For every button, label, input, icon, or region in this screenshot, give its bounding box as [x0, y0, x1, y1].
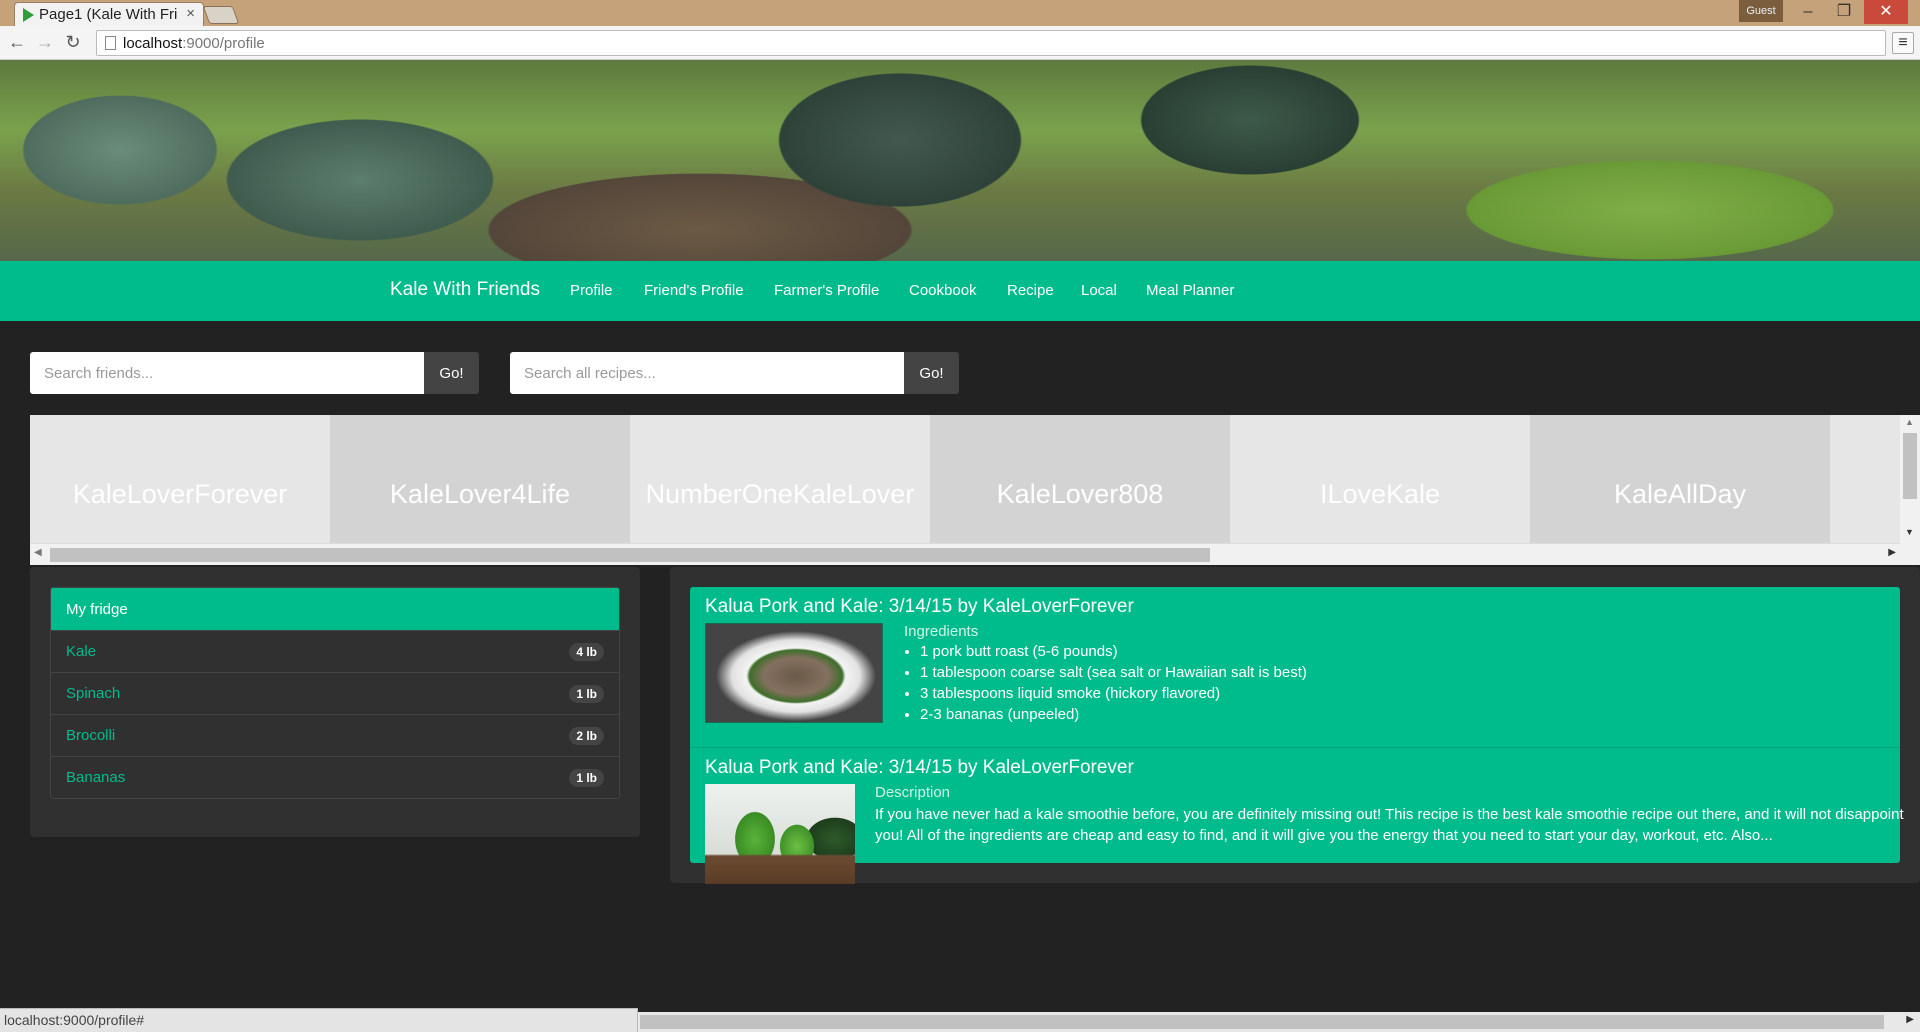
- scrollbar-thumb[interactable]: [50, 548, 1210, 562]
- ingredient-item: 1 pork butt roast (5-6 pounds): [920, 643, 1307, 664]
- friend-tile[interactable]: KaleLover4Life: [330, 415, 630, 543]
- browser-toolbar: ← → ↻ localhost:9000/profile ≡: [0, 26, 1920, 60]
- friends-vertical-scrollbar[interactable]: ▲ ▼: [1900, 415, 1920, 565]
- page-icon: [105, 36, 116, 50]
- friend-tile[interactable]: NumberOneKaleLover: [630, 415, 930, 543]
- scroll-down-icon[interactable]: ▼: [1905, 527, 1914, 537]
- friend-tile-partial[interactable]: [1830, 415, 1900, 543]
- status-url: localhost:9000/profile#: [0, 1008, 638, 1032]
- nav-local[interactable]: Local: [1081, 282, 1117, 299]
- description-label: Description: [875, 784, 951, 801]
- nav-meal-planner[interactable]: Meal Planner: [1146, 282, 1234, 299]
- browser-tab[interactable]: Page1 (Kale With Fri ×: [14, 2, 204, 26]
- recipe-image[interactable]: [705, 784, 855, 884]
- nav-friends-profile[interactable]: Friend's Profile: [644, 282, 744, 299]
- list-item[interactable]: Brocolli 2 lb: [51, 714, 619, 756]
- quantity-badge: 2 lb: [569, 727, 604, 745]
- nav-recipe[interactable]: Recipe: [1007, 282, 1054, 299]
- recipes-search-go-button[interactable]: Go!: [904, 352, 959, 394]
- recipes-panel: Kalua Pork and Kale: 3/14/15 by KaleLove…: [670, 567, 1920, 884]
- list-item[interactable]: Kale 4 lb: [51, 630, 619, 672]
- main-navbar: Kale With Friends Profile Friend's Profi…: [0, 261, 1920, 321]
- nav-farmers-profile[interactable]: Farmer's Profile: [774, 282, 879, 299]
- play-icon: [23, 8, 34, 22]
- fridge-item-name[interactable]: Spinach: [66, 685, 120, 702]
- nav-profile[interactable]: Profile: [570, 282, 613, 299]
- fridge-item-name[interactable]: Bananas: [66, 769, 125, 786]
- recipe-image[interactable]: [705, 623, 883, 723]
- scrollbar-thumb[interactable]: [640, 1015, 1884, 1029]
- restore-icon[interactable]: ❐: [1826, 0, 1862, 24]
- friends-carousel: KaleLoverForever KaleLover4Life NumberOn…: [30, 415, 1900, 565]
- recipe-title[interactable]: Kalua Pork and Kale: 3/14/15 by KaleLove…: [705, 596, 1134, 618]
- recipe-card[interactable]: Kalua Pork and Kale: 3/14/15 by KaleLove…: [690, 587, 1900, 747]
- reload-icon[interactable]: ↻: [62, 32, 84, 53]
- forward-arrow-icon[interactable]: →: [34, 32, 56, 53]
- tab-title: Page1 (Kale With Fri: [39, 6, 178, 23]
- friends-search-input[interactable]: [30, 352, 424, 394]
- friend-tile[interactable]: KaleAllDay: [1530, 415, 1830, 543]
- scroll-left-icon[interactable]: ◀: [34, 547, 42, 558]
- scroll-right-icon[interactable]: ▶: [1906, 1014, 1914, 1025]
- url-text: localhost:9000/profile: [123, 35, 265, 52]
- recipe-title[interactable]: Kalua Pork and Kale: 3/14/15 by KaleLove…: [705, 757, 1134, 779]
- recipe-card[interactable]: Kalua Pork and Kale: 3/14/15 by KaleLove…: [690, 747, 1904, 884]
- fridge-panel: My fridge Kale 4 lb Spinach 1 lb Brocoll…: [30, 567, 640, 837]
- friends-horizontal-scrollbar[interactable]: ◀ ▶: [30, 543, 1900, 565]
- ingredients-label: Ingredients: [904, 623, 979, 640]
- scroll-up-icon[interactable]: ▲: [1905, 417, 1914, 427]
- scroll-right-icon[interactable]: ▶: [1888, 547, 1896, 558]
- ingredient-item: 3 tablespoons liquid smoke (hickory flav…: [920, 685, 1307, 706]
- window-close-icon[interactable]: ✕: [1864, 0, 1908, 24]
- fridge-title: My fridge: [51, 588, 619, 630]
- profile-badge[interactable]: Guest: [1739, 0, 1783, 22]
- quantity-badge: 1 lb: [569, 685, 604, 703]
- brand-link[interactable]: Kale With Friends: [390, 279, 540, 301]
- minimize-icon[interactable]: –: [1790, 0, 1826, 24]
- window-titlebar: Page1 (Kale With Fri × Guest – ❐ ✕: [0, 0, 1920, 26]
- friend-tile[interactable]: KaleLoverForever: [30, 415, 330, 543]
- tab-close-icon[interactable]: ×: [186, 5, 195, 22]
- new-tab-button[interactable]: [202, 6, 240, 24]
- friend-tile[interactable]: ILoveKale: [1230, 415, 1530, 543]
- quantity-badge: 1 lb: [569, 769, 604, 787]
- browser-menu-icon[interactable]: ≡: [1892, 32, 1914, 54]
- ingredient-item: 1 tablespoon coarse salt (sea salt or Ha…: [920, 664, 1307, 685]
- hero-banner-image: [0, 60, 1920, 261]
- page-horizontal-scrollbar[interactable]: ▶: [638, 1012, 1920, 1032]
- list-item[interactable]: Bananas 1 lb: [51, 756, 619, 798]
- ingredients-list: 1 pork butt roast (5-6 pounds) 1 tablesp…: [904, 643, 1307, 727]
- quantity-badge: 4 lb: [569, 643, 604, 661]
- address-bar[interactable]: localhost:9000/profile: [96, 30, 1886, 56]
- fridge-item-name[interactable]: Kale: [66, 643, 96, 660]
- recipe-description: If you have never had a kale smoothie be…: [875, 806, 1904, 844]
- fridge-item-name[interactable]: Brocolli: [66, 727, 115, 744]
- scrollbar-thumb[interactable]: [1903, 433, 1917, 499]
- back-arrow-icon[interactable]: ←: [6, 32, 28, 53]
- nav-cookbook[interactable]: Cookbook: [909, 282, 977, 299]
- fridge-list: My fridge Kale 4 lb Spinach 1 lb Brocoll…: [50, 587, 620, 799]
- recipes-search-input[interactable]: [510, 352, 904, 394]
- friend-tile[interactable]: KaleLover808: [930, 415, 1230, 543]
- list-item[interactable]: Spinach 1 lb: [51, 672, 619, 714]
- friends-search-go-button[interactable]: Go!: [424, 352, 479, 394]
- ingredient-item: 2-3 bananas (unpeeled): [920, 706, 1307, 727]
